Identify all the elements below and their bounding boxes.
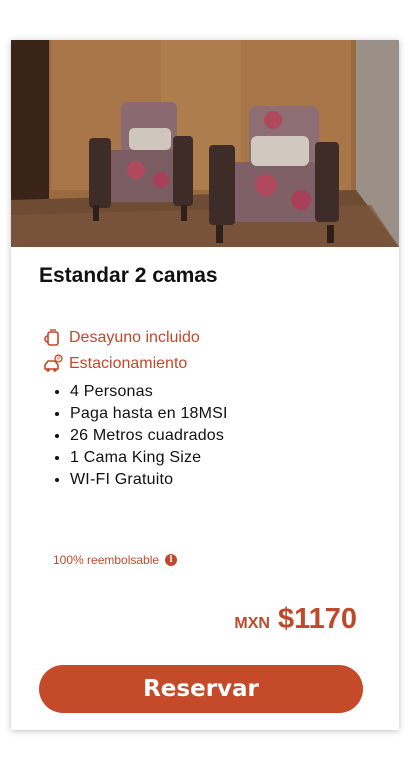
- info-icon[interactable]: i: [165, 554, 178, 566]
- svg-text:P: P: [57, 356, 60, 362]
- list-item: 26 Metros cuadrados: [70, 425, 228, 447]
- car-parking-icon: P: [43, 354, 63, 374]
- list-item: 1 Cama King Size: [70, 447, 228, 469]
- room-photo[interactable]: [11, 40, 399, 247]
- amenity-parking: P Estacionamiento: [43, 354, 187, 374]
- feature-list: 4 Personas Paga hasta en 18MSI 26 Metros…: [50, 381, 228, 491]
- price-amount: $1170: [277, 603, 357, 635]
- amenity-label: Estacionamiento: [69, 355, 188, 372]
- list-item: 4 Personas: [70, 381, 228, 403]
- coffee-cup-icon: [43, 328, 63, 348]
- refund-label: 100% reembolsable: [53, 553, 160, 567]
- room-title: Estandar 2 camas: [39, 264, 218, 287]
- amenity-label: Desayuno incluido: [69, 329, 200, 346]
- amenity-breakfast: Desayuno incluido: [43, 328, 200, 348]
- reserve-button[interactable]: Reservar: [39, 665, 363, 713]
- refund-note: 100% reembolsable i: [53, 553, 178, 567]
- room-card: Estandar 2 camas Desayuno incluido P Est…: [11, 40, 399, 730]
- list-item: Paga hasta en 18MSI: [70, 403, 228, 425]
- list-item: WI-FI Gratuito: [70, 469, 228, 491]
- price-currency: MXN: [234, 615, 270, 632]
- price: MXN $1170: [234, 603, 357, 636]
